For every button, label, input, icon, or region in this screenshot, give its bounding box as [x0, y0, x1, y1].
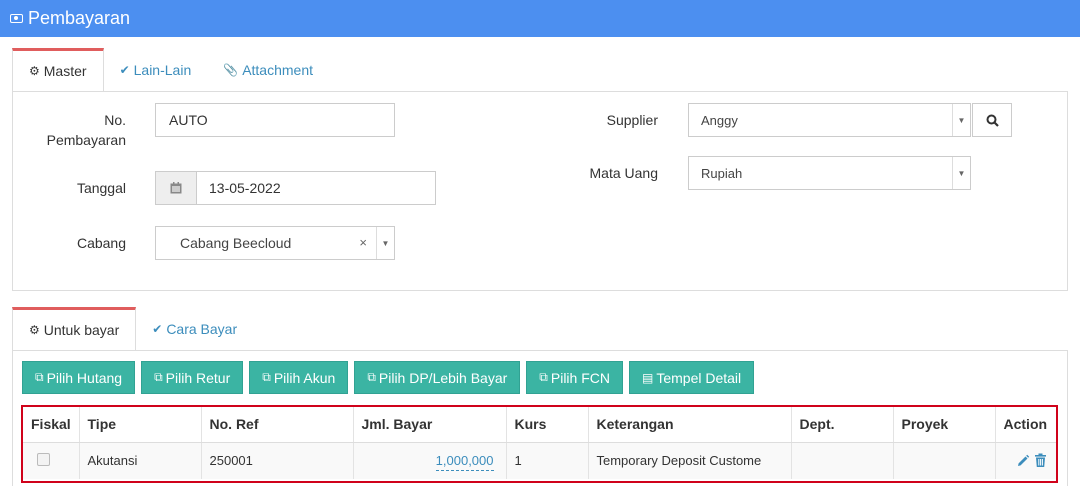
tanggal-input[interactable]: 13-05-2022 [155, 171, 436, 205]
tab-master[interactable]: ⚙ Master [12, 48, 104, 92]
copy-icon: ⧉ [262, 370, 271, 384]
copy-icon: ⧉ [35, 370, 44, 384]
detail-table-container: Fiskal Tipe No. Ref Jml. Bayar Kurs Kete… [21, 405, 1058, 483]
check-circle-icon: ✔ [152, 322, 163, 336]
column-header-dept[interactable]: Dept. [791, 407, 894, 443]
fiskal-checkbox[interactable] [37, 452, 50, 466]
tab-cara-bayar-label: Cara Bayar [166, 321, 238, 337]
action-button-row: ⧉ Pilih Hutang ⧉ Pilih Retur ⧉ Pilih Akun ⧉… [22, 361, 760, 394]
tanggal-label: Tanggal [76, 180, 126, 196]
tab-attachment-label: Attachment [242, 62, 314, 78]
fiskal-cell [23, 442, 80, 479]
tab-attachment[interactable]: 📎 Attachment [207, 48, 329, 92]
pilih-hutang-label: Pilih Hutang [46, 369, 123, 386]
jml-bayar-cell: 1,000,000 [353, 442, 507, 479]
cabang-select[interactable]: Cabang Beecloud × ▼ [155, 226, 395, 260]
column-header-action: Action [995, 407, 1056, 443]
cabang-value: Cabang Beecloud [180, 235, 292, 251]
kurs-cell: 1 [506, 442, 589, 479]
column-header-no-ref[interactable]: No. Ref [201, 407, 354, 443]
pilih-dp-lebih-bayar-label: Pilih DP/Lebih Bayar [378, 369, 508, 386]
pilih-retur-button[interactable]: ⧉ Pilih Retur [141, 361, 244, 394]
detail-table: Fiskal Tipe No. Ref Jml. Bayar Kurs Kete… [23, 407, 1056, 479]
check-circle-icon: ✔ [119, 63, 130, 77]
cabang-label: Cabang [76, 235, 126, 251]
column-header-kurs[interactable]: Kurs [506, 407, 589, 443]
chevron-down-icon[interactable]: ▼ [952, 157, 970, 189]
tanggal-value: 13-05-2022 [209, 180, 281, 196]
master-tabs: ⚙ Master ✔ Lain-Lain 📎 Attachment [12, 48, 329, 92]
column-header-proyek[interactable]: Proyek [893, 407, 996, 443]
pilih-fcn-button[interactable]: ⧉ Pilih FCN [526, 361, 623, 394]
pilih-hutang-button[interactable]: ⧉ Pilih Hutang [22, 361, 136, 394]
tab-lain-lain-label: Lain-Lain [133, 62, 192, 78]
pilih-fcn-label: Pilih FCN [550, 369, 610, 386]
supplier-value: Anggy [701, 112, 738, 128]
keterangan-cell: Temporary Deposit Custome [588, 442, 792, 479]
tipe-cell: Akutansi [79, 442, 202, 479]
no-pembayaran-label-line1: No. [104, 112, 126, 128]
detail-tabs: ⚙ Untuk bayar ✔ Cara Bayar [12, 307, 253, 351]
action-cell [995, 442, 1056, 479]
chevron-down-icon[interactable]: ▼ [952, 104, 970, 136]
tab-lain-lain[interactable]: ✔ Lain-Lain [104, 48, 208, 92]
column-header-keterangan[interactable]: Keterangan [588, 407, 792, 443]
pilih-retur-label: Pilih Retur [165, 369, 231, 386]
table-header-row: Fiskal Tipe No. Ref Jml. Bayar Kurs Kete… [23, 407, 1056, 443]
money-icon [10, 14, 23, 23]
supplier-select[interactable]: Anggy ▼ [688, 103, 971, 137]
table-row: Akutansi 250001 1,000,000 1 Temporary De… [23, 442, 1056, 479]
cogs-icon: ⚙ [29, 64, 40, 78]
search-icon [986, 114, 999, 127]
tab-untuk-bayar-label: Untuk bayar [43, 322, 120, 338]
window-title: Pembayaran [28, 8, 131, 28]
supplier-search-button[interactable] [972, 103, 1012, 137]
no-pembayaran-label: No. Pembayaran [40, 110, 126, 150]
column-header-tipe[interactable]: Tipe [79, 407, 202, 443]
paperclip-icon: 📎 [223, 63, 239, 77]
tab-cara-bayar[interactable]: ✔ Cara Bayar [136, 307, 253, 351]
window-titlebar: Pembayaran [0, 0, 1080, 37]
pilih-akun-button[interactable]: ⧉ Pilih Akun [249, 361, 349, 394]
mata-uang-select[interactable]: Rupiah ▼ [688, 156, 971, 190]
no-pembayaran-input[interactable]: AUTO [155, 103, 395, 137]
tab-untuk-bayar[interactable]: ⚙ Untuk bayar [12, 307, 137, 351]
cogs-icon: ⚙ [29, 323, 40, 337]
proyek-cell [893, 442, 996, 479]
mata-uang-label: Mata Uang [589, 165, 658, 181]
copy-icon: ⧉ [367, 370, 376, 384]
paste-icon: ▤ [642, 370, 654, 385]
copy-icon: ⧉ [539, 370, 548, 384]
column-header-jml-bayar[interactable]: Jml. Bayar [353, 407, 507, 443]
mata-uang-value: Rupiah [701, 165, 743, 181]
pilih-dp-lebih-bayar-button[interactable]: ⧉ Pilih DP/Lebih Bayar [354, 361, 521, 394]
no-ref-cell: 250001 [201, 442, 354, 479]
dept-cell [791, 442, 894, 479]
chevron-down-icon[interactable]: ▼ [376, 227, 394, 259]
copy-icon: ⧉ [154, 370, 163, 384]
clear-icon[interactable]: × [359, 235, 367, 250]
tempel-detail-button[interactable]: ▤ Tempel Detail [629, 361, 755, 394]
supplier-label: Supplier [606, 112, 658, 128]
column-header-fiskal[interactable]: Fiskal [23, 407, 80, 443]
tab-master-label: Master [43, 63, 87, 79]
no-pembayaran-label-line2: Pembayaran [46, 132, 126, 148]
pilih-akun-label: Pilih Akun [273, 369, 336, 386]
jml-bayar-editable[interactable]: 1,000,000 [435, 453, 494, 472]
pencil-icon[interactable] [1016, 454, 1030, 468]
trash-icon[interactable] [1034, 453, 1047, 468]
calendar-icon[interactable] [156, 172, 197, 204]
tempel-detail-label: Tempel Detail [656, 369, 742, 386]
